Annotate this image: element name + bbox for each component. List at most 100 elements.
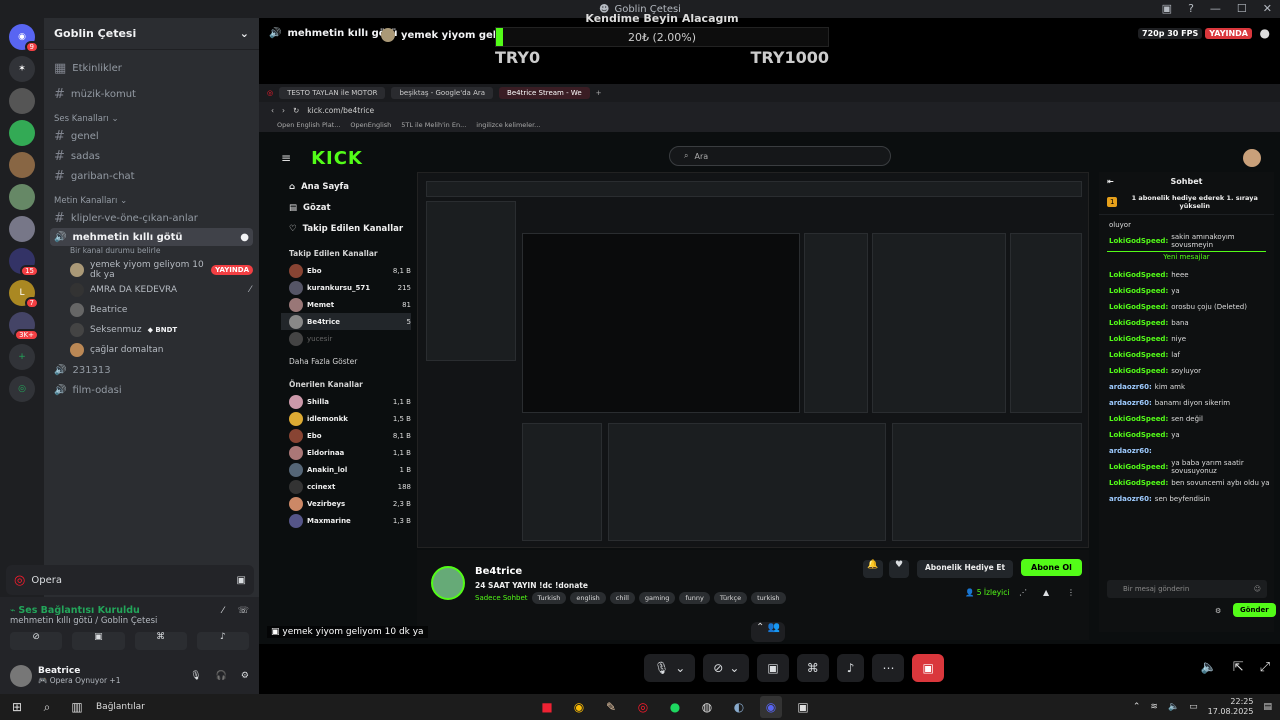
help-icon[interactable]: ?: [1188, 2, 1194, 15]
voice-channel-231313[interactable]: 🔊 231313: [44, 360, 259, 380]
activity-button[interactable]: ⌘: [134, 632, 187, 650]
microphone-icon[interactable]: 🎙: [190, 671, 201, 681]
kick-logo[interactable]: KICK: [311, 148, 363, 169]
task-view-icon[interactable]: ▥: [66, 696, 88, 718]
menu-icon[interactable]: ≡: [281, 151, 291, 165]
avatar[interactable]: [10, 664, 32, 687]
tag[interactable]: Türkçe: [713, 592, 748, 604]
voice-user[interactable]: çağlar domaltan: [44, 340, 259, 360]
tag[interactable]: chill: [609, 592, 635, 604]
recommended-channel[interactable]: Ebo 8,1 B: [281, 427, 411, 444]
chat-username[interactable]: LokiGodSpeed:: [1109, 479, 1168, 487]
fullscreen-icon[interactable]: ⤢: [1260, 660, 1270, 675]
channel-status-hint[interactable]: Bir kanal durumu belirle: [44, 246, 259, 260]
chat-icon[interactable]: ●: [1260, 26, 1270, 40]
chat-message[interactable]: ardaozr60: kim amk: [1099, 379, 1274, 395]
app-icon[interactable]: ◍: [696, 696, 718, 718]
volume-icon[interactable]: 🔈: [1168, 702, 1179, 712]
close-icon[interactable]: ✕: [1263, 2, 1272, 15]
back-icon[interactable]: ‹: [271, 106, 274, 115]
app-icon[interactable]: ▣: [792, 696, 814, 718]
favorite-icon[interactable]: ♥: [889, 560, 909, 578]
popout-icon[interactable]: ⇱: [1233, 660, 1244, 675]
discover-icon[interactable]: ◎: [9, 376, 35, 402]
server-icon[interactable]: 15: [9, 248, 39, 277]
server-icon[interactable]: L7: [9, 280, 39, 309]
channel-klipler[interactable]: # klipler-ve-öne-çıkan-anlar: [44, 208, 259, 228]
chat-message[interactable]: LokiGodSpeed: orosbu çoju (Deleted): [1099, 299, 1274, 315]
forward-icon[interactable]: ›: [282, 106, 285, 115]
tag[interactable]: Turkish: [531, 592, 567, 604]
followed-channel[interactable]: Ebo 8,1 B: [281, 262, 411, 279]
maximize-icon[interactable]: ☐: [1237, 2, 1247, 15]
headphones-icon[interactable]: 🎧: [216, 671, 227, 681]
category-text[interactable]: Metin Kanalları ⌄: [44, 186, 259, 208]
browser-tab[interactable]: beşiktaş - Google'da Ara: [391, 87, 494, 99]
chat-input[interactable]: Bir mesaj gönderin ☺: [1107, 580, 1267, 598]
battery-icon[interactable]: ▭: [1189, 702, 1198, 712]
chat-username[interactable]: LokiGodSpeed:: [1109, 431, 1168, 439]
stream-category[interactable]: Sadece Sohbet: [475, 594, 528, 602]
more-button[interactable]: ⋯: [872, 654, 905, 682]
expand-viewers-button[interactable]: ⌃ 👥: [751, 622, 785, 642]
bookmark[interactable]: ingilizce kelimeler...: [476, 121, 540, 129]
chat-username[interactable]: LokiGodSpeed:: [1109, 319, 1168, 327]
report-icon[interactable]: ▲: [1043, 588, 1049, 597]
voice-user[interactable]: AMRA DA KEDEVRA ⁄: [44, 280, 259, 300]
chat-username[interactable]: LokiGodSpeed:: [1109, 415, 1168, 423]
spotify-icon[interactable]: ●: [664, 696, 686, 718]
stream-video[interactable]: ◎ TESTO TAYLAN ile MOTOR beşiktaş - Goog…: [259, 84, 1280, 644]
screen-share-icon[interactable]: ▣: [237, 575, 246, 586]
channel-genel[interactable]: # genel: [44, 126, 259, 146]
notify-bell-icon[interactable]: 🔔: [863, 560, 883, 578]
add-server-icon[interactable]: +: [9, 344, 35, 370]
chat-username[interactable]: LokiGodSpeed:: [1109, 463, 1168, 471]
screen-share-button[interactable]: ▣: [757, 654, 789, 682]
bookmark[interactable]: 5TL ile Melih'in En...: [401, 121, 466, 129]
recommended-channel[interactable]: Maxmarine 1,3 B: [281, 512, 411, 529]
followed-channel[interactable]: yucesir: [281, 330, 411, 347]
chat-message[interactable]: LokiGodSpeed: heee: [1099, 267, 1274, 283]
tray-chevron-icon[interactable]: ⌃: [1133, 702, 1141, 712]
chat-username[interactable]: ardaozr60:: [1109, 495, 1152, 503]
settings-icon[interactable]: ⚙: [241, 671, 249, 681]
collapse-chat-icon[interactable]: ⇤: [1107, 177, 1114, 186]
recommended-channel[interactable]: Vezirbeys 2,3 B: [281, 495, 411, 512]
send-button[interactable]: Gönder: [1233, 603, 1276, 617]
chat-username[interactable]: LokiGodSpeed:: [1109, 303, 1168, 311]
followed-channel-active[interactable]: Be4trice 5: [281, 313, 411, 330]
chat-username[interactable]: ardaozr60:: [1109, 399, 1152, 407]
category-voice[interactable]: Ses Kanalları ⌄: [44, 104, 259, 126]
chat-username[interactable]: ardaozr60:: [1109, 447, 1152, 455]
server-icon[interactable]: [9, 88, 35, 114]
voice-user[interactable]: yemek yiyom geliyom 10 dk ya YAYINDA: [44, 260, 259, 280]
followed-channel[interactable]: kurankursu_571 215: [281, 279, 411, 296]
clock[interactable]: 22:25 17.08.2025: [1208, 697, 1254, 717]
recommended-channel[interactable]: Shilla 1,1 B: [281, 393, 411, 410]
search-icon[interactable]: ⌕: [36, 696, 58, 718]
show-more-link[interactable]: Daha Fazla Göster: [281, 347, 411, 370]
soundboard-button[interactable]: ♪: [196, 632, 249, 650]
voice-channel-active[interactable]: 🔊 mehmetin kıllı götü ●: [50, 228, 253, 246]
channel-muzik[interactable]: # müzik-komut: [44, 84, 259, 104]
mute-button[interactable]: 🎙 ⌄: [644, 654, 696, 682]
more-icon[interactable]: ⋮: [1067, 588, 1075, 597]
chat-username[interactable]: ardaozr60:: [1109, 383, 1152, 391]
activity-panel[interactable]: ◎ Opera ▣: [6, 565, 254, 595]
server-icon[interactable]: [9, 216, 35, 242]
screen-share-button[interactable]: ▣: [72, 632, 125, 650]
tag[interactable]: funny: [679, 592, 710, 604]
chat-message[interactable]: ardaozr60: sen beyfendisin: [1099, 491, 1274, 507]
recommended-channel[interactable]: Anakin_lol 1 B: [281, 461, 411, 478]
inbox-icon[interactable]: ▣: [1162, 2, 1172, 15]
chat-message[interactable]: LokiGodSpeed: ya: [1099, 427, 1274, 443]
new-tab-icon[interactable]: +: [596, 89, 602, 97]
soundboard-button[interactable]: ♪: [836, 654, 865, 682]
events-item[interactable]: ▦ Etkinlikler: [44, 58, 259, 78]
channel-gariban[interactable]: # gariban-chat: [44, 166, 259, 186]
recommended-channel[interactable]: idlemonkk 1,5 B: [281, 410, 411, 427]
streamer-name[interactable]: Be4trice: [475, 566, 522, 577]
chat-message[interactable]: LokiGodSpeed: niye: [1099, 331, 1274, 347]
camera-button[interactable]: ⊘ ⌄: [703, 654, 750, 682]
start-icon[interactable]: ⊞: [6, 696, 28, 718]
